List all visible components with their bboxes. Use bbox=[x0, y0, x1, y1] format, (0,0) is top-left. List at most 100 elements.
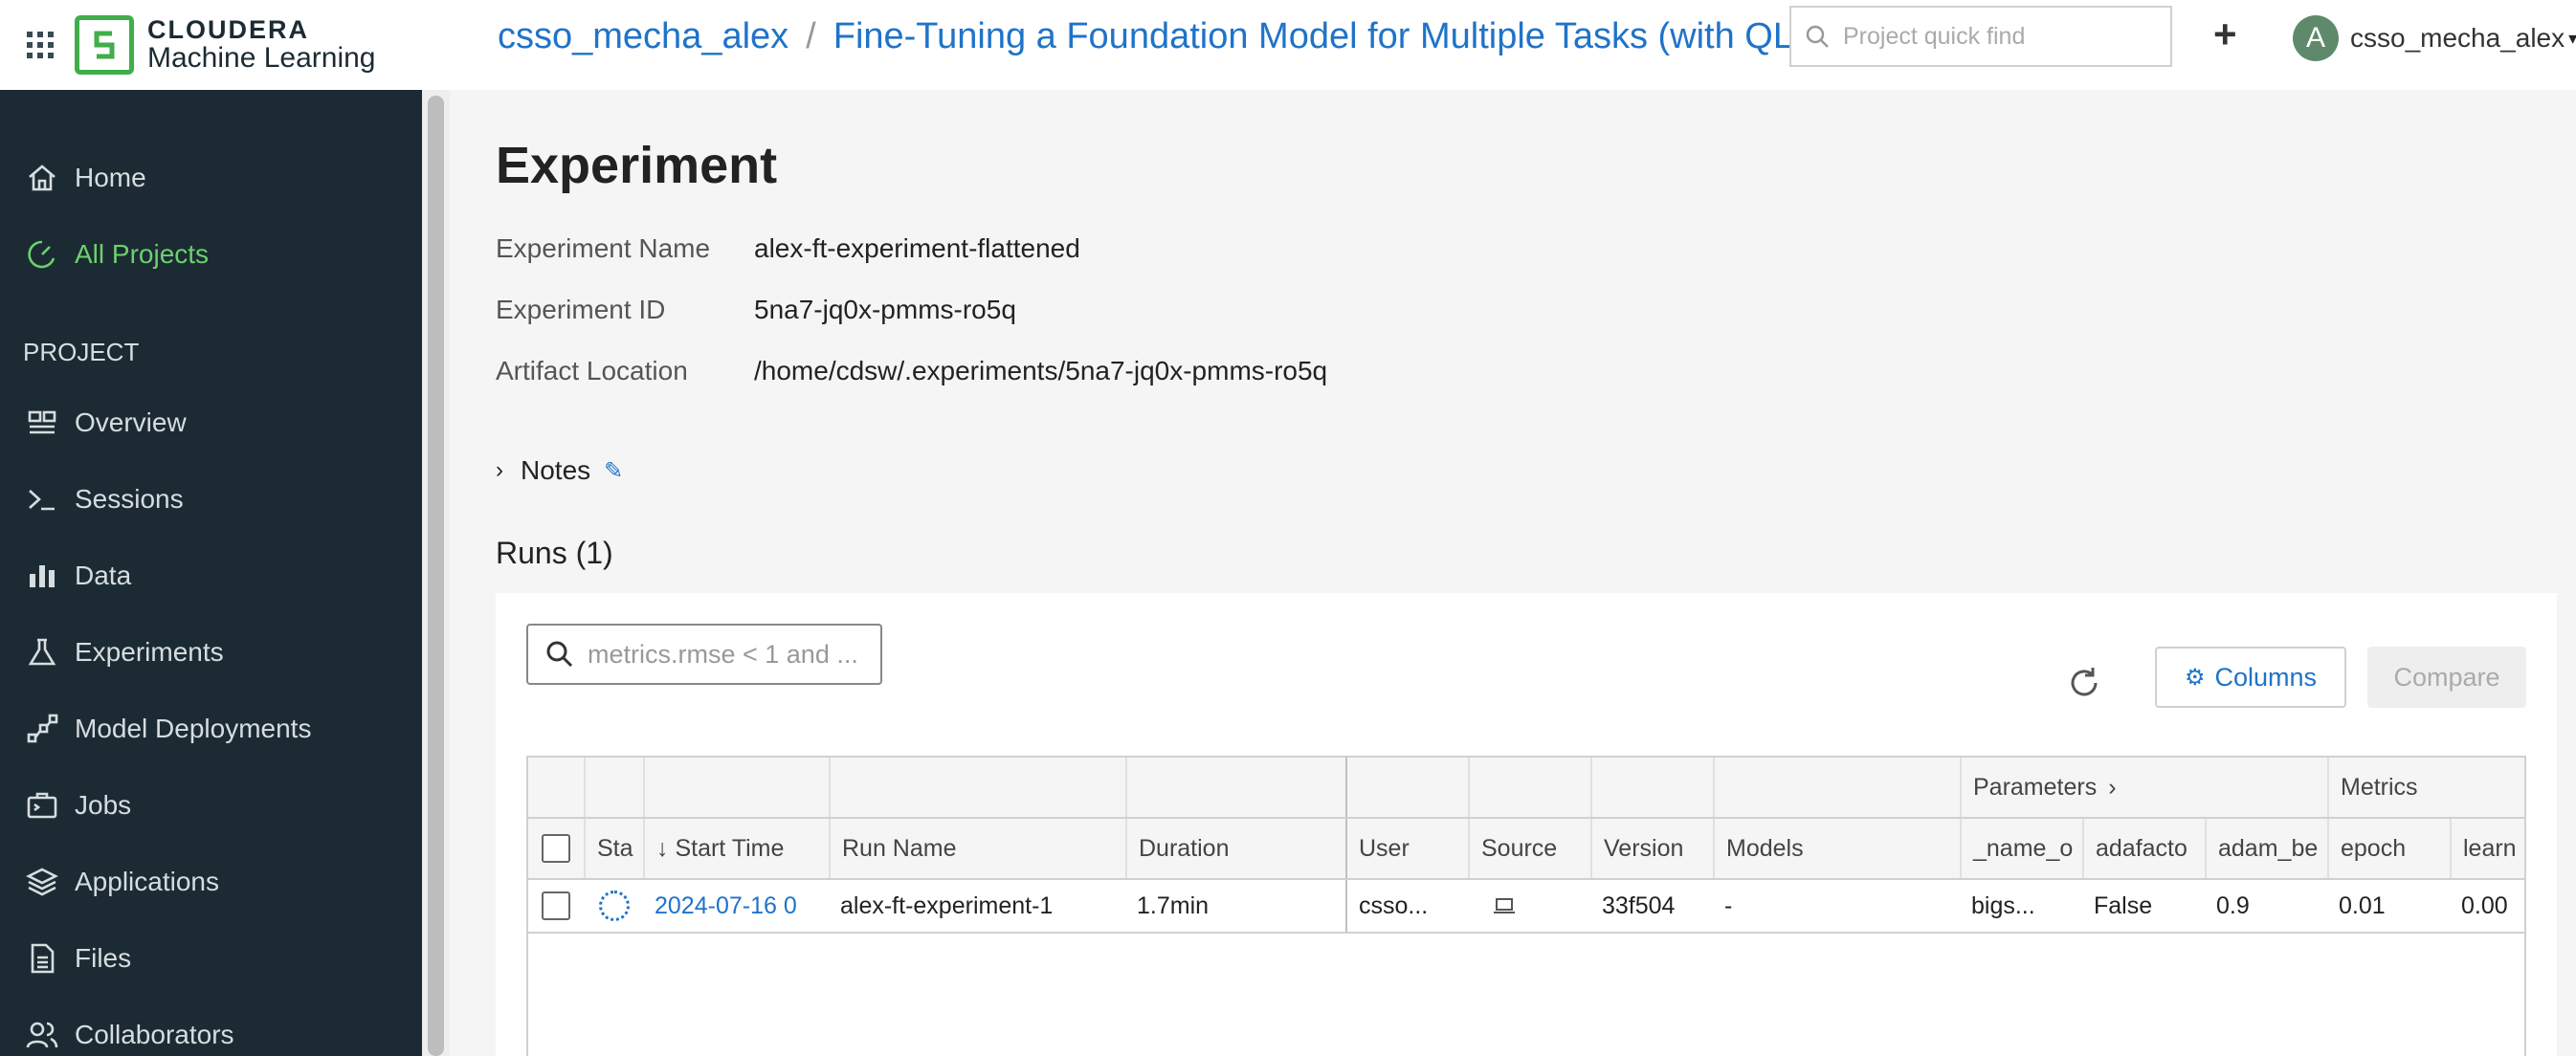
running-spinner-icon bbox=[599, 891, 630, 921]
adam-beta-cell: 0.9 bbox=[2216, 891, 2250, 919]
row-select-cell bbox=[528, 880, 584, 932]
sidebar-item-label: Collaborators bbox=[75, 1020, 234, 1049]
project-quick-find[interactable] bbox=[1789, 6, 2172, 67]
experiment-name-row: Experiment Name alex-ft-experiment-flatt… bbox=[496, 233, 1080, 264]
sidebar-item-data[interactable]: Data bbox=[0, 538, 450, 614]
sidebar-item-label: Data bbox=[75, 561, 132, 590]
quick-find-input[interactable] bbox=[1843, 22, 2159, 51]
runs-panel: ⚙ Columns Compare Parameters › Metri bbox=[496, 593, 2557, 1056]
sidebar-item-model-deployments[interactable]: Model Deployments bbox=[0, 691, 450, 767]
artifact-location-row: Artifact Location /home/cdsw/.experiment… bbox=[496, 356, 1327, 386]
runs-search-input[interactable] bbox=[588, 639, 875, 670]
sidebar-item-all-projects[interactable]: All Projects bbox=[0, 216, 450, 293]
terminal-icon bbox=[23, 480, 61, 518]
experiment-name-value: alex-ft-experiment-flattened bbox=[754, 233, 1080, 263]
table-header-row: Sta ↓ Start Time Run Name Duration User … bbox=[528, 819, 2524, 880]
sidebar-item-label: Sessions bbox=[75, 484, 184, 514]
sidebar-item-label: Files bbox=[75, 943, 132, 973]
learn-cell: 0.00 bbox=[2461, 891, 2508, 919]
sidebar-item-collaborators[interactable]: Collaborators bbox=[0, 997, 450, 1056]
experiment-id-row: Experiment ID 5na7-jq0x-pmms-ro5q bbox=[496, 295, 1016, 325]
columns-button[interactable]: ⚙ Columns bbox=[2155, 647, 2346, 708]
models-cell: - bbox=[1724, 891, 1733, 919]
username: csso_mecha_alex bbox=[2350, 23, 2565, 53]
sidebar: CLOUDERA Machine Learning Home All Proje… bbox=[0, 0, 450, 1056]
parameters-group-header[interactable]: Parameters › bbox=[1960, 758, 2327, 817]
artifact-location-value: /home/cdsw/.experiments/5na7-jq0x-pmms-r… bbox=[754, 356, 1328, 385]
chevron-right-icon: › bbox=[496, 457, 503, 483]
version-cell: 33f504 bbox=[1602, 891, 1676, 919]
col-duration[interactable]: Duration bbox=[1125, 819, 1345, 878]
select-all-checkbox[interactable] bbox=[542, 834, 570, 863]
refresh-icon[interactable] bbox=[2065, 664, 2103, 702]
col-learn[interactable]: learn bbox=[2450, 819, 2524, 878]
project-section-label: PROJECT bbox=[23, 337, 140, 366]
col-start-time[interactable]: ↓ Start Time bbox=[643, 819, 829, 878]
sidebar-item-applications[interactable]: Applications bbox=[0, 844, 450, 920]
col-run-name[interactable]: Run Name bbox=[829, 819, 1125, 878]
notes-toggle[interactable]: › Notes ✎ bbox=[496, 455, 623, 486]
scrollbar-thumb[interactable] bbox=[428, 96, 444, 1056]
app-grid-icon[interactable] bbox=[25, 30, 56, 60]
runs-search[interactable] bbox=[526, 624, 882, 685]
page-title: Experiment bbox=[496, 137, 778, 194]
metrics-label: Metrics bbox=[2341, 773, 2418, 801]
file-icon bbox=[23, 939, 61, 978]
compare-button[interactable]: Compare bbox=[2367, 647, 2526, 708]
sidebar-item-sessions[interactable]: Sessions bbox=[0, 461, 450, 538]
gauge-icon bbox=[23, 235, 61, 274]
add-button[interactable]: + bbox=[2213, 14, 2237, 55]
col-name-o[interactable]: _name_o bbox=[1960, 819, 2082, 878]
logo-text[interactable]: CLOUDERA Machine Learning bbox=[147, 16, 376, 74]
sidebar-item-jobs[interactable]: Jobs bbox=[0, 767, 450, 844]
sidebar-header: CLOUDERA Machine Learning bbox=[0, 0, 450, 90]
sidebar-item-label: Jobs bbox=[75, 790, 132, 820]
sidebar-item-label: All Projects bbox=[75, 239, 210, 269]
table-group-header: Parameters › Metrics bbox=[528, 758, 2524, 819]
experiment-id-value: 5na7-jq0x-pmms-ro5q bbox=[754, 295, 1016, 324]
run-name-cell: alex-ft-experiment-1 bbox=[840, 891, 1054, 919]
model-icon bbox=[23, 710, 61, 748]
gear-icon: ⚙ bbox=[2184, 664, 2206, 691]
breadcrumb-project-link[interactable]: Fine-Tuning a Foundation Model for Multi… bbox=[833, 16, 1864, 57]
sidebar-item-experiments[interactable]: Experiments bbox=[0, 614, 450, 691]
table-row[interactable]: 2024-07-16 0 alex-ft-experiment-1 1.7min… bbox=[528, 880, 2524, 934]
col-user[interactable]: User bbox=[1345, 819, 1468, 878]
sidebar-nav: Home All Projects PROJECT Overview Sessi… bbox=[0, 90, 450, 1056]
sidebar-item-label: Home bbox=[75, 163, 146, 192]
user-menu[interactable]: A csso_mecha_alex ▾ bbox=[2293, 15, 2576, 61]
name-o-cell: bigs... bbox=[1971, 891, 2035, 919]
col-adafactor[interactable]: adafacto bbox=[2082, 819, 2205, 878]
duration-cell: 1.7min bbox=[1137, 891, 1210, 919]
sidebar-item-label: Overview bbox=[75, 407, 187, 437]
experiment-name-label: Experiment Name bbox=[496, 233, 711, 263]
parameters-label: Parameters bbox=[1973, 773, 2098, 801]
col-source[interactable]: Source bbox=[1468, 819, 1590, 878]
start-time-link[interactable]: 2024-07-16 0 bbox=[643, 880, 829, 932]
sidebar-item-label: Model Deployments bbox=[75, 714, 312, 743]
people-icon bbox=[23, 1016, 61, 1054]
chevron-right-icon: › bbox=[2108, 773, 2117, 801]
cloudera-logo-icon[interactable] bbox=[75, 15, 134, 75]
pencil-edit-icon[interactable]: ✎ bbox=[604, 457, 623, 485]
col-version[interactable]: Version bbox=[1590, 819, 1713, 878]
layers-icon bbox=[23, 863, 61, 901]
col-epoch[interactable]: epoch bbox=[2327, 819, 2450, 878]
col-models[interactable]: Models bbox=[1713, 819, 1960, 878]
status-cell bbox=[584, 880, 643, 932]
row-checkbox[interactable] bbox=[542, 891, 570, 920]
logo-brand: CLOUDERA bbox=[147, 15, 309, 45]
breadcrumb-separator: / bbox=[806, 15, 816, 56]
caret-down-icon: ▾ bbox=[2568, 28, 2576, 48]
col-adam-beta[interactable]: adam_be bbox=[2205, 819, 2327, 878]
col-status[interactable]: Sta bbox=[584, 819, 643, 878]
sidebar-item-files[interactable]: Files bbox=[0, 920, 450, 997]
sidebar-item-label: Applications bbox=[75, 867, 219, 896]
adafactor-cell: False bbox=[2094, 891, 2153, 919]
select-all-cell bbox=[528, 819, 584, 878]
sidebar-item-overview[interactable]: Overview bbox=[0, 385, 450, 461]
breadcrumb-user-link[interactable]: csso_mecha_alex bbox=[498, 16, 788, 57]
search-icon bbox=[546, 641, 573, 668]
sidebar-scrollbar[interactable] bbox=[422, 90, 450, 1056]
sidebar-item-home[interactable]: Home bbox=[0, 140, 450, 216]
